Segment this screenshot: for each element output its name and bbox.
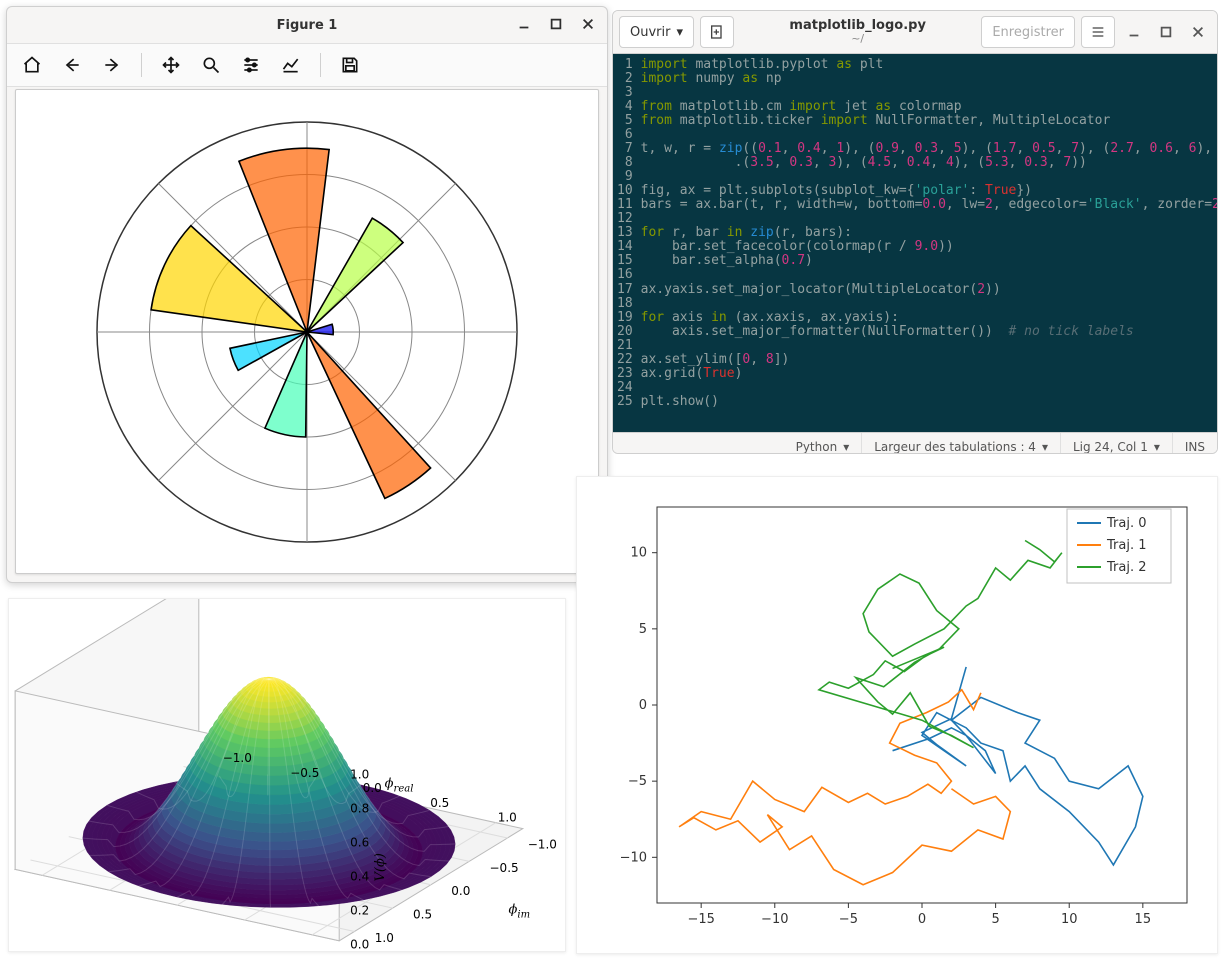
code-editor[interactable]: 1 2 3 4 5 6 7 8 9 10 11 12 13 14 15 16 1… — [613, 54, 1217, 432]
back-icon[interactable] — [57, 50, 87, 80]
svg-text:5: 5 — [639, 622, 647, 637]
save-icon[interactable] — [335, 50, 365, 80]
maximize-button[interactable] — [1153, 19, 1179, 45]
forward-icon[interactable] — [97, 50, 127, 80]
svg-text:10: 10 — [1061, 912, 1078, 927]
toolbar-separator — [141, 53, 142, 77]
close-button[interactable] — [575, 11, 601, 37]
svg-text:0: 0 — [639, 698, 647, 713]
minimize-button[interactable] — [511, 11, 537, 37]
window-title: Figure 1 — [277, 18, 338, 33]
polar-chart — [16, 90, 598, 574]
svg-text:−1.0: −1.0 — [223, 751, 252, 765]
filename-label: matplotlib_logo.py — [740, 19, 975, 33]
svg-text:0.8: 0.8 — [350, 802, 369, 816]
svg-text:0.0: 0.0 — [451, 884, 470, 898]
maximize-button[interactable] — [543, 11, 569, 37]
chevron-down-icon: ▾ — [843, 440, 849, 454]
hamburger-menu-button[interactable] — [1081, 16, 1115, 48]
toolbar-separator — [320, 53, 321, 77]
window-titlebar[interactable]: Figure 1 — [7, 7, 607, 43]
home-icon[interactable] — [17, 50, 47, 80]
svg-text:10: 10 — [630, 546, 647, 561]
svg-text:0.6: 0.6 — [350, 836, 369, 850]
trajectories-chart: −15 −10 −5 0 5 10 15 −10 −5 0 5 10 Traj. 0 Traj. 1 Tra… — [577, 477, 1217, 953]
close-button[interactable] — [1185, 19, 1211, 45]
pan-icon[interactable] — [156, 50, 186, 80]
svg-text:−10: −10 — [620, 850, 647, 865]
chevron-down-icon: ▾ — [1154, 440, 1160, 454]
svg-text:0.0: 0.0 — [363, 781, 382, 795]
svg-text:V(ϕ): V(ϕ) — [373, 853, 388, 881]
svg-text:−1.0: −1.0 — [528, 837, 557, 851]
open-label: Ouvrir — [630, 25, 670, 40]
zoom-icon[interactable] — [196, 50, 226, 80]
svg-text:15: 15 — [1135, 912, 1152, 927]
svg-text:ϕim: ϕim — [509, 903, 531, 921]
gedit-window: Ouvrir ▾ matplotlib_logo.py ~/ Enregistr… — [612, 10, 1218, 454]
svg-text:1.0: 1.0 — [375, 931, 394, 945]
new-document-button[interactable] — [700, 16, 734, 48]
svg-text:0.4: 0.4 — [350, 870, 369, 884]
gedit-header: Ouvrir ▾ matplotlib_logo.py ~/ Enregistr… — [613, 11, 1217, 54]
svg-text:0.2: 0.2 — [350, 904, 369, 918]
surface-plot-panel: −1.0−0.50.00.51.0−1.0−0.50.00.51.00.00.2… — [8, 598, 566, 952]
status-cursor[interactable]: Lig 24, Col 1 ▾ — [1061, 433, 1173, 454]
save-button[interactable]: Enregistrer — [981, 16, 1075, 48]
svg-text:−5: −5 — [839, 912, 858, 927]
matplotlib-figure-window: Figure 1 — [6, 6, 608, 583]
svg-text:1.0: 1.0 — [350, 768, 369, 782]
svg-text:0.5: 0.5 — [413, 908, 432, 922]
minimize-button[interactable] — [1121, 19, 1147, 45]
chevron-down-icon: ▾ — [1042, 440, 1048, 454]
svg-text:0.0: 0.0 — [350, 938, 369, 951]
svg-text:−0.5: −0.5 — [290, 766, 319, 780]
open-button[interactable]: Ouvrir ▾ — [619, 16, 694, 48]
status-language[interactable]: Python ▾ — [784, 433, 863, 454]
configure-icon[interactable] — [236, 50, 266, 80]
gedit-statusbar: Python ▾ Largeur des tabulations : 4 ▾ L… — [613, 432, 1217, 454]
chevron-down-icon: ▾ — [676, 25, 683, 40]
svg-text:−10: −10 — [761, 912, 788, 927]
filepath-label: ~/ — [740, 33, 975, 45]
svg-text:−0.5: −0.5 — [490, 861, 519, 875]
svg-text:Traj. 1: Traj. 1 — [1106, 538, 1147, 553]
save-label: Enregistrer — [992, 25, 1064, 40]
svg-text:1.0: 1.0 — [498, 811, 517, 825]
svg-text:−5: −5 — [628, 774, 647, 789]
figure-canvas[interactable] — [15, 89, 599, 574]
svg-text:0.5: 0.5 — [430, 796, 449, 810]
svg-text:5: 5 — [991, 912, 999, 927]
svg-text:ϕreal: ϕreal — [385, 777, 414, 795]
status-tabs[interactable]: Largeur des tabulations : 4 ▾ — [862, 433, 1061, 454]
svg-text:−15: −15 — [687, 912, 714, 927]
svg-text:Traj. 2: Traj. 2 — [1106, 560, 1147, 575]
figure-toolbar — [7, 43, 607, 87]
mexican-hat-surface: −1.0−0.50.00.51.0−1.0−0.50.00.51.00.00.2… — [9, 599, 565, 951]
edit-axes-icon[interactable] — [276, 50, 306, 80]
status-insert-mode: INS — [1173, 433, 1217, 454]
svg-text:Traj. 0: Traj. 0 — [1106, 516, 1147, 531]
svg-text:0: 0 — [918, 912, 926, 927]
trajectories-panel: −15 −10 −5 0 5 10 15 −10 −5 0 5 10 Traj. 0 Traj. 1 Tra… — [576, 476, 1218, 954]
